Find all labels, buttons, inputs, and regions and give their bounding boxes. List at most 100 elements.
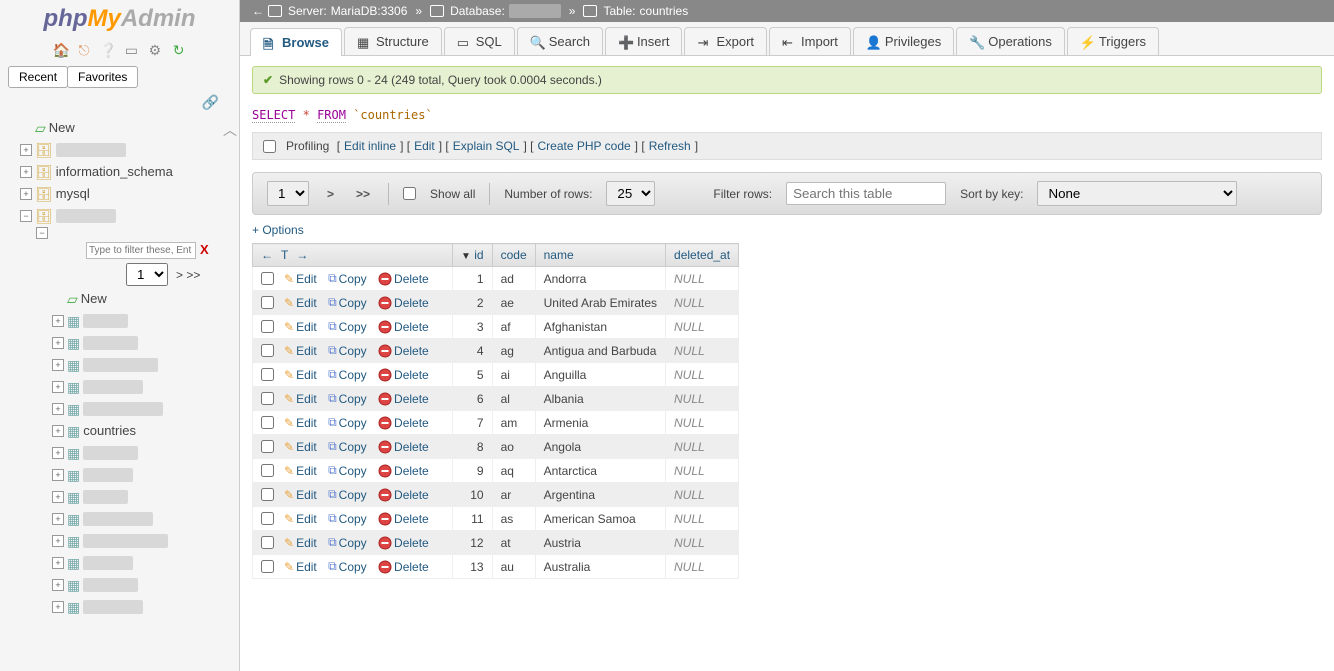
tree-tbl-1[interactable]: +▦	[52, 312, 235, 330]
expand-icon[interactable]: +	[20, 188, 32, 200]
expand-icon[interactable]: +	[52, 535, 64, 547]
edit-link[interactable]: ✎Edit	[284, 296, 317, 310]
tree-tbl-11[interactable]: +▦	[52, 554, 235, 572]
col-code-header[interactable]: code	[492, 244, 535, 267]
tree-information-schema[interactable]: +🗄information_schema	[20, 163, 235, 181]
tree-tbl-8[interactable]: +▦	[52, 488, 235, 506]
edit-link[interactable]: Edit	[414, 139, 435, 153]
tree-tbl-6[interactable]: +▦	[52, 444, 235, 462]
tab-triggers[interactable]: ⚡Triggers	[1067, 27, 1159, 55]
tree-page-nav[interactable]: > >>	[176, 266, 200, 284]
tab-import[interactable]: ⇤Import	[769, 27, 851, 55]
edit-link[interactable]: ✎Edit	[284, 464, 317, 478]
expand-icon[interactable]: +	[20, 166, 32, 178]
edit-link[interactable]: ✎Edit	[284, 392, 317, 406]
copy-link[interactable]: ⧉Copy	[328, 295, 367, 310]
expand-icon[interactable]: +	[52, 359, 64, 371]
row-checkbox[interactable]	[261, 392, 274, 405]
delete-link[interactable]: Delete	[378, 296, 429, 310]
row-checkbox[interactable]	[261, 536, 274, 549]
expand-icon[interactable]: +	[52, 337, 64, 349]
delete-link[interactable]: Delete	[378, 488, 429, 502]
expand-icon[interactable]: +	[52, 513, 64, 525]
copy-link[interactable]: ⧉Copy	[328, 319, 367, 334]
tree-tbl-7[interactable]: +▦	[52, 466, 235, 484]
edit-link[interactable]: ✎Edit	[284, 560, 317, 574]
nav-left-icon[interactable]: ←	[252, 4, 264, 18]
tree-tbl-12[interactable]: +▦	[52, 576, 235, 594]
row-checkbox[interactable]	[261, 440, 274, 453]
copy-link[interactable]: ⧉Copy	[328, 511, 367, 526]
tree-new[interactable]: ▱New	[20, 119, 235, 137]
expand-icon[interactable]: +	[52, 315, 64, 327]
tab-search[interactable]: 🔍Search	[517, 27, 603, 55]
edit-link[interactable]: ✎Edit	[284, 512, 317, 526]
profiling-checkbox[interactable]	[263, 140, 276, 153]
row-checkbox[interactable]	[261, 272, 274, 285]
tab-sql[interactable]: ▭SQL	[444, 27, 515, 55]
reload-icon[interactable]: ↻	[171, 42, 187, 58]
tree-tbl-10[interactable]: +▦	[52, 532, 235, 550]
link-icon[interactable]: 🔗	[0, 92, 239, 113]
expand-icon[interactable]: +	[52, 601, 64, 613]
copy-link[interactable]: ⧉Copy	[328, 415, 367, 430]
docs-icon[interactable]: ❔	[100, 42, 116, 58]
expand-icon[interactable]: +	[52, 491, 64, 503]
delete-link[interactable]: Delete	[378, 536, 429, 550]
tree-db-expanded[interactable]: −🗄	[20, 207, 235, 225]
last-page-button[interactable]: >>	[352, 187, 374, 201]
tree-tbl-2[interactable]: +▦	[52, 334, 235, 352]
expand-icon[interactable]: +	[52, 425, 64, 437]
delete-link[interactable]: Delete	[378, 512, 429, 526]
tree-tbl-3[interactable]: +▦	[52, 356, 235, 374]
tree-tbl-9[interactable]: +▦	[52, 510, 235, 528]
logo[interactable]: phpMyAdmin	[0, 0, 239, 38]
tree-filter-input[interactable]	[86, 242, 196, 259]
row-checkbox[interactable]	[261, 560, 274, 573]
arrow-left-icon[interactable]: ←	[261, 248, 273, 262]
sql-icon[interactable]: ▭	[123, 42, 139, 58]
edit-link[interactable]: ✎Edit	[284, 488, 317, 502]
col-name-header[interactable]: name	[535, 244, 665, 267]
delete-link[interactable]: Delete	[378, 320, 429, 334]
tab-browse[interactable]: 🗎Browse	[250, 28, 342, 56]
explain-link[interactable]: Explain SQL	[453, 139, 520, 153]
delete-link[interactable]: Delete	[378, 440, 429, 454]
edit-link[interactable]: ✎Edit	[284, 344, 317, 358]
edit-link[interactable]: ✎Edit	[284, 440, 317, 454]
collapse-icon[interactable]: −	[36, 227, 48, 239]
tab-structure[interactable]: ▦Structure	[344, 27, 442, 55]
expand-icon[interactable]: +	[52, 447, 64, 459]
tree-tbl-4[interactable]: +▦	[52, 378, 235, 396]
row-checkbox[interactable]	[261, 296, 274, 309]
expand-icon[interactable]: +	[52, 381, 64, 393]
refresh-link[interactable]: Refresh	[649, 139, 691, 153]
copy-link[interactable]: ⧉Copy	[328, 391, 367, 406]
col-id-header[interactable]: ▼ id	[453, 244, 493, 267]
edit-link[interactable]: ✎Edit	[284, 320, 317, 334]
tab-operations[interactable]: 🔧Operations	[956, 27, 1065, 55]
copy-link[interactable]: ⧉Copy	[328, 487, 367, 502]
gear-icon[interactable]: ⚙	[147, 42, 163, 58]
row-checkbox[interactable]	[261, 488, 274, 501]
options-toggle[interactable]: + Options	[252, 223, 1322, 237]
copy-link[interactable]: ⧉Copy	[328, 559, 367, 574]
row-checkbox[interactable]	[261, 416, 274, 429]
clear-filter-icon[interactable]: X	[200, 241, 209, 259]
delete-link[interactable]: Delete	[378, 272, 429, 286]
next-page-button[interactable]: >	[323, 187, 338, 201]
row-checkbox[interactable]	[261, 368, 274, 381]
delete-link[interactable]: Delete	[378, 464, 429, 478]
row-checkbox[interactable]	[261, 512, 274, 525]
tab-export[interactable]: ⇥Export	[684, 27, 767, 55]
copy-link[interactable]: ⧉Copy	[328, 271, 367, 286]
tab-recent[interactable]: Recent	[8, 66, 68, 88]
delete-link[interactable]: Delete	[378, 560, 429, 574]
tree-page-select[interactable]: 1	[126, 263, 168, 286]
copy-link[interactable]: ⧉Copy	[328, 439, 367, 454]
row-checkbox[interactable]	[261, 344, 274, 357]
bc-database-link[interactable]: xxxx	[509, 4, 561, 18]
copy-link[interactable]: ⧉Copy	[328, 343, 367, 358]
copy-link[interactable]: ⧉Copy	[328, 535, 367, 550]
collapse-icon[interactable]: −	[20, 210, 32, 222]
